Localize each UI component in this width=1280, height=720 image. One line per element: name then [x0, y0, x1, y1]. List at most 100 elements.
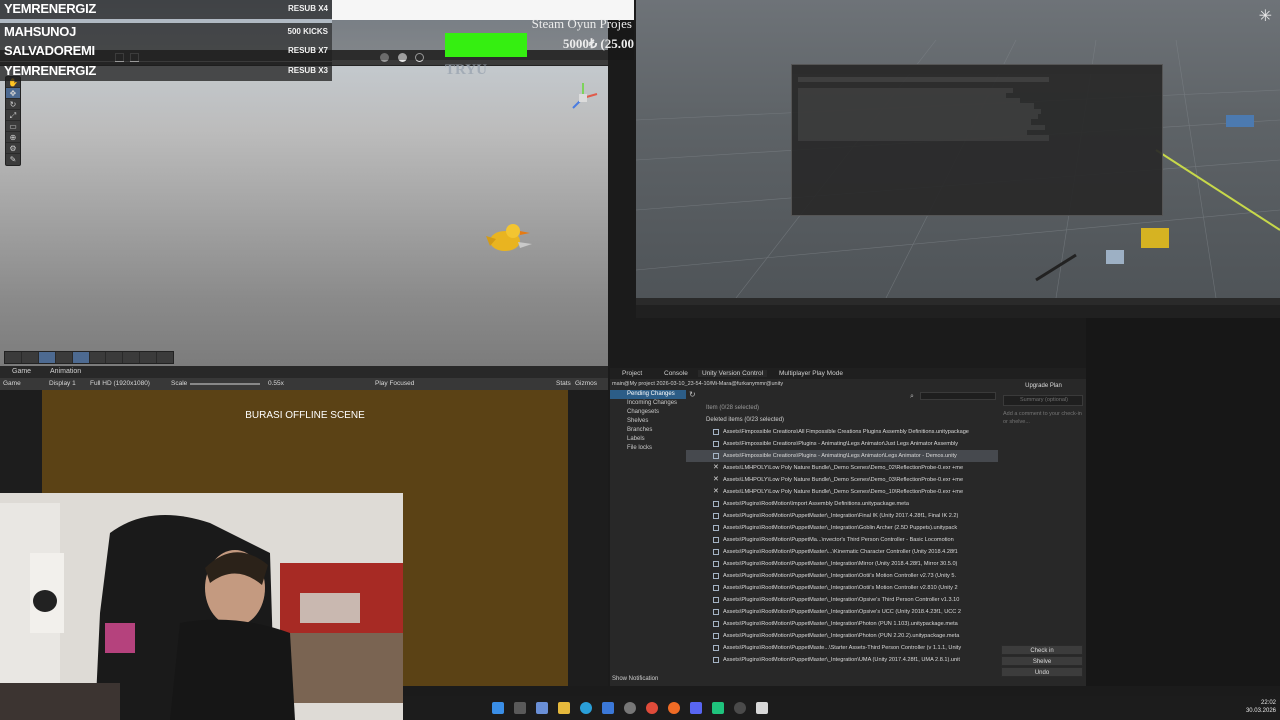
gizmo-star-icon: ✳ [1258, 8, 1272, 25]
list-header[interactable]: Item (0/28 selected) [686, 402, 998, 414]
store-icon[interactable] [602, 702, 614, 714]
resolution-dropdown[interactable]: Full HD (1920x1080) [90, 380, 150, 387]
brush-tool-icon[interactable]: ✎ [6, 154, 20, 165]
rotate-tool-icon[interactable]: ↻ [6, 99, 20, 110]
file-row[interactable]: Assets\Fimpossible Creations\All Fimposs… [686, 426, 998, 438]
move-tool-icon[interactable]: ✥ [6, 88, 20, 99]
nav-changesets[interactable]: Changesets [610, 408, 686, 417]
nav-pending-changes[interactable]: Pending Changes [610, 390, 686, 399]
pending-changes-list[interactable]: ↻ Item (0/28 selected) Deleted items (0/… [686, 390, 998, 670]
clock-date: 30.03.2026 [1245, 708, 1276, 714]
custom-tool-icon[interactable]: ⚙ [6, 143, 20, 154]
file-row[interactable]: Assets\Plugins\RootMotion\PuppetMaster\_… [686, 558, 998, 570]
copilot-icon[interactable] [536, 702, 548, 714]
overlay-tool-4[interactable] [56, 352, 73, 363]
file-path: Assets\Plugins\RootMotion\Import Assembl… [723, 501, 909, 507]
file-icon [713, 621, 719, 627]
rect-tool-icon[interactable]: ▭ [6, 121, 20, 132]
discord-icon[interactable] [690, 702, 702, 714]
nav-file-locks[interactable]: File locks [610, 444, 686, 453]
file-row[interactable]: ✕ Assets\LMHPOLY\Low Poly Nature Bundle\_… [686, 462, 998, 474]
file-icon [713, 645, 719, 651]
nav-branches[interactable]: Branches [610, 426, 686, 435]
show-notification-button[interactable]: Show Notification [612, 674, 672, 684]
file-row[interactable]: Assets\Plugins\RootMotion\PuppetMaster\_… [686, 606, 998, 618]
file-row[interactable]: Assets\Plugins\RootMotion\PuppetMaster\_… [686, 618, 998, 630]
edge-browser-icon[interactable] [580, 702, 592, 714]
file-explorer-icon[interactable] [558, 702, 570, 714]
gizmos-button[interactable]: Gizmos [575, 380, 597, 387]
secondary-editor-window[interactable]: ✳ [636, 0, 1280, 318]
unity-icon[interactable] [756, 702, 768, 714]
overlay-tool-5[interactable] [72, 352, 90, 363]
scene-label-text: BURASI OFFLINE SCENE [245, 410, 365, 421]
tab-game[interactable]: Game [12, 368, 31, 375]
undo-button[interactable]: Undo [1001, 667, 1083, 677]
file-icon [713, 657, 719, 663]
orientation-gizmo-icon[interactable] [565, 80, 601, 116]
shelve-button[interactable]: Shelve [1001, 656, 1083, 666]
overlay-tool-10[interactable] [157, 352, 173, 363]
scale-slider[interactable] [190, 383, 260, 385]
windows-start-icon[interactable] [492, 702, 504, 714]
xbox-icon[interactable] [734, 702, 746, 714]
file-row[interactable]: Assets\Plugins\RootMotion\PuppetMaster\_… [686, 582, 998, 594]
file-row[interactable]: Assets\Plugins\RootMotion\PuppetMaster\_… [686, 510, 998, 522]
scale-tool-icon[interactable]: ⤢ [6, 110, 20, 121]
file-row[interactable]: Assets\Plugins\RootMotion\Import Assembl… [686, 498, 998, 510]
deleted-file-icon: ✕ [713, 476, 719, 483]
file-row[interactable]: Assets\Plugins\RootMotion\PuppetMaster\.… [686, 546, 998, 558]
file-row[interactable]: Assets\Plugins\RootMotion\PuppetMaster\_… [686, 570, 998, 582]
file-row[interactable]: Assets\Plugins\RootMotion\PuppetMaster\_… [686, 654, 998, 666]
comment-textarea[interactable]: Add a comment to your check-in or shelve… [1003, 410, 1083, 630]
file-row[interactable]: ✕ Assets\LMHPOLY\Low Poly Nature Bundle\_… [686, 486, 998, 498]
overlay-tool-8[interactable] [123, 352, 141, 363]
tab-multiplayer-play-mode[interactable]: Multiplayer Play Mode [779, 370, 843, 377]
deleted-items-group[interactable]: Deleted items (0/23 selected) [686, 414, 998, 426]
file-path: Assets\Plugins\RootMotion\PuppetMa...\nv… [723, 537, 954, 543]
play-focused-dropdown[interactable]: Play Focused [375, 380, 414, 387]
upgrade-plan-link[interactable]: Upgrade Plan [1001, 381, 1086, 391]
stats-button[interactable]: Stats [556, 380, 571, 387]
task-view-icon[interactable] [514, 702, 526, 714]
duck-character[interactable] [478, 220, 534, 256]
kick-app-icon[interactable] [712, 702, 724, 714]
system-clock[interactable]: 22:02 30.03.2026 [1246, 699, 1276, 715]
overlay-tool-9[interactable] [140, 352, 158, 363]
overlay-tool-1[interactable] [5, 352, 22, 363]
nav-labels[interactable]: Labels [610, 435, 686, 444]
floating-version-control-window[interactable] [791, 64, 1163, 216]
game-mode-dropdown[interactable]: Game [3, 380, 21, 387]
tab-animation[interactable]: Animation [50, 368, 81, 375]
file-path: Assets\Plugins\RootMotion\PuppetMaster\_… [723, 633, 960, 639]
overlay-tool-2[interactable] [22, 352, 39, 363]
file-row[interactable]: ✕ Assets\LMHPOLY\Low Poly Nature Bundle\_… [686, 474, 998, 486]
file-row[interactable]: Assets\Plugins\RootMotion\PuppetMaster\_… [686, 594, 998, 606]
firefox-icon[interactable] [668, 702, 680, 714]
summary-input[interactable]: Summary (optional) [1003, 395, 1083, 406]
tab-project[interactable]: Project [622, 370, 642, 377]
display-dropdown[interactable]: Display 1 [49, 380, 76, 387]
nav-shelves[interactable]: Shelves [610, 417, 686, 426]
tab-unity-version-control[interactable]: Unity Version Control [698, 370, 768, 377]
file-path: Assets\Plugins\RootMotion\PuppetMaster\_… [723, 621, 958, 627]
game-toolbar: Game Display 1 Full HD (1920x1080) Scale… [0, 378, 608, 390]
transform-tool-icon[interactable]: ⊕ [6, 132, 20, 143]
tab-console[interactable]: Console [664, 370, 688, 377]
overlay-tool-3[interactable] [38, 352, 56, 363]
file-row[interactable]: Assets\Fimpossible Creations\Plugins - A… [686, 438, 998, 450]
file-row[interactable]: Assets\Plugins\RootMotion\PuppetMaster\_… [686, 630, 998, 642]
file-row[interactable]: Assets\Plugins\RootMotion\PuppetMaster\_… [686, 522, 998, 534]
check-in-button[interactable]: Check in [1001, 645, 1083, 655]
chrome-icon[interactable] [646, 702, 658, 714]
nav-incoming-changes[interactable]: Incoming Changes [610, 399, 686, 408]
file-row[interactable]: Assets\Plugins\RootMotion\PuppetMaste...… [686, 642, 998, 654]
overlay-tool-6[interactable] [90, 352, 107, 363]
file-row[interactable]: Assets\Fimpossible Creations\Plugins - A… [686, 450, 998, 462]
overlay-tool-7[interactable] [106, 352, 124, 363]
file-row[interactable]: Assets\Plugins\RootMotion\PuppetMa...\nv… [686, 534, 998, 546]
floating-window-title [792, 65, 1162, 74]
settings-icon[interactable] [624, 702, 636, 714]
file-path: Assets\Fimpossible Creations\Plugins - A… [723, 441, 959, 447]
refresh-icon[interactable]: ↻ [689, 390, 696, 399]
